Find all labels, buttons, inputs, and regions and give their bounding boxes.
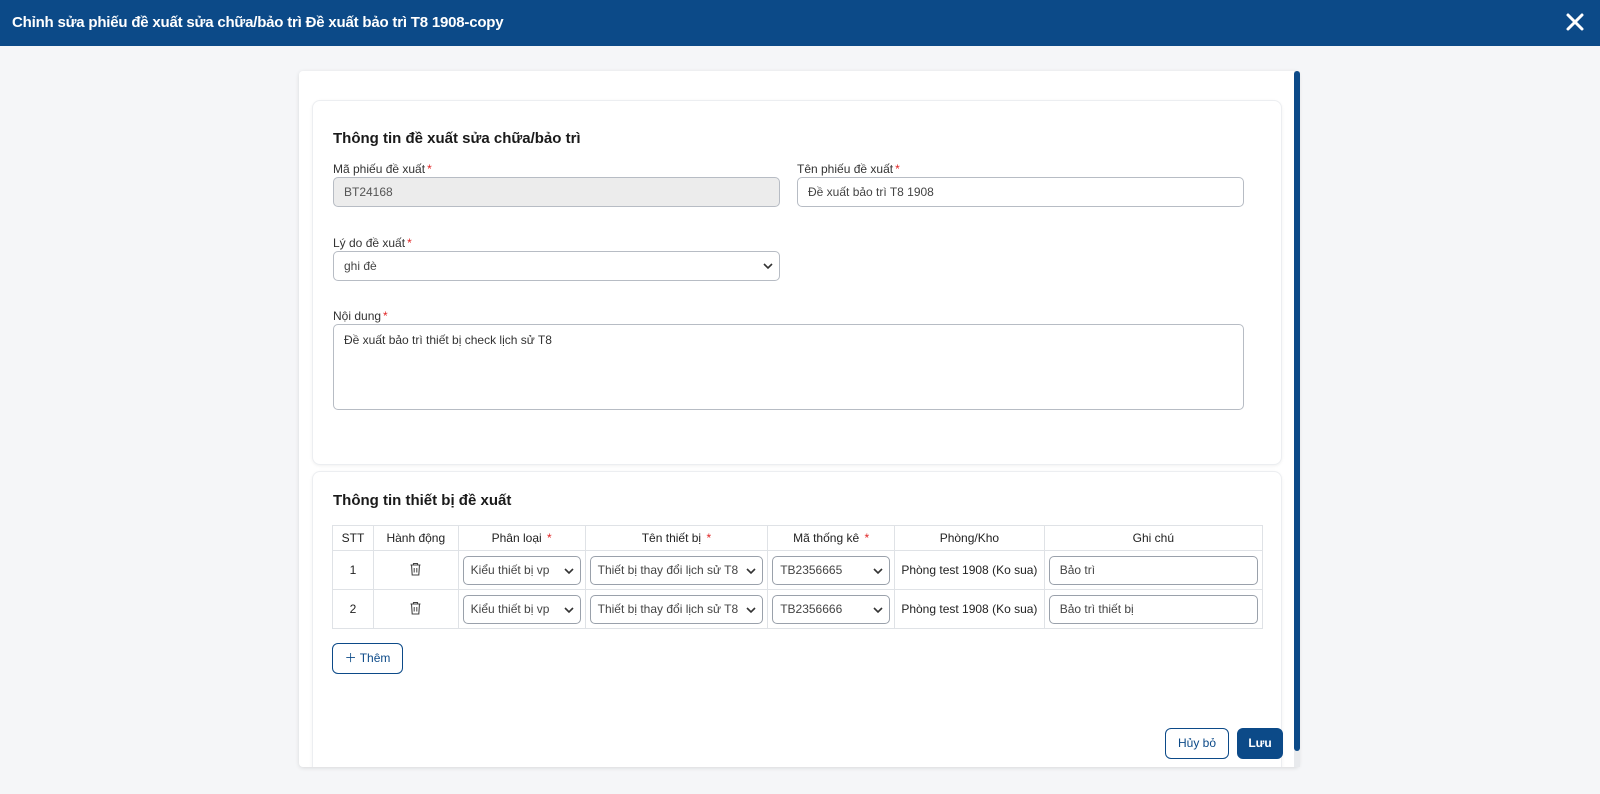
trash-icon[interactable] bbox=[409, 601, 422, 615]
code-value: TB2356665 bbox=[780, 562, 843, 577]
chevron-down-icon bbox=[746, 606, 756, 613]
col-header: Phân loại * bbox=[457, 525, 586, 551]
device-select[interactable]: Thiết bị thay đổi lịch sử T8 bbox=[589, 555, 764, 585]
device-select[interactable]: Thiết bị thay đổi lịch sử T8 bbox=[589, 594, 764, 624]
category-select[interactable]: Kiểu thiết bị vp bbox=[462, 555, 581, 585]
content-textarea[interactable]: Đề xuất bảo trì thiết bị check lịch sử T… bbox=[333, 324, 1244, 410]
col-header: Phòng/Kho bbox=[894, 525, 1045, 551]
room-cell: Phòng test 1908 (Ko sua) bbox=[894, 550, 1045, 590]
device-info-section: Thông tin thiết bị đề xuất STT Hành động… bbox=[312, 471, 1282, 767]
col-header: Hành động bbox=[372, 525, 459, 551]
code-select[interactable]: TB2356665 bbox=[772, 555, 891, 585]
name-label: Tên phiếu đề xuất * bbox=[797, 162, 900, 176]
category-value: Kiểu thiết bị vp bbox=[470, 562, 550, 577]
note-input[interactable]: Bảo trì bbox=[1048, 555, 1258, 585]
dialog-header: Chỉnh sửa phiếu đề xuất sửa chữa/bảo trì… bbox=[0, 0, 1600, 46]
col-header: STT bbox=[332, 525, 374, 551]
dialog-body: Thông tin đề xuất sửa chữa/bảo trì Mã ph… bbox=[299, 71, 1299, 767]
chevron-down-icon bbox=[873, 606, 883, 613]
section-title: Thông tin thiết bị đề xuất bbox=[333, 492, 512, 509]
save-button[interactable]: Lưu bbox=[1237, 728, 1283, 759]
add-row-button[interactable]: ＋ Thêm bbox=[332, 643, 403, 674]
row-index: 2 bbox=[332, 589, 374, 629]
proposal-info-section: Thông tin đề xuất sửa chữa/bảo trì Mã ph… bbox=[312, 100, 1282, 465]
device-value: Thiết bị thay đổi lịch sử T8 bbox=[597, 562, 739, 577]
plus-icon: ＋ bbox=[344, 651, 357, 665]
device-value: Thiết bị thay đổi lịch sử T8 bbox=[597, 601, 739, 616]
category-select[interactable]: Kiểu thiết bị vp bbox=[462, 594, 581, 624]
table-header: STT Hành động Phân loại * Tên thiết bị *… bbox=[332, 525, 1264, 551]
content-label: Nội dung * bbox=[333, 309, 388, 323]
chevron-down-icon bbox=[873, 567, 883, 574]
table-row: 1 Kiểu thiết bị vp Thiết bị thay đổi lịc… bbox=[332, 550, 1264, 590]
chevron-down-icon bbox=[746, 567, 756, 574]
reason-label: Lý do đề xuất * bbox=[333, 236, 412, 250]
device-table: STT Hành động Phân loại * Tên thiết bị *… bbox=[332, 525, 1264, 629]
code-select[interactable]: TB2356666 bbox=[772, 594, 891, 624]
col-header: Mã thống kê * bbox=[767, 525, 896, 551]
chevron-down-icon bbox=[564, 606, 574, 613]
name-field[interactable]: Đề xuất bảo trì T8 1908 bbox=[797, 177, 1244, 207]
cancel-button[interactable]: Hủy bỏ bbox=[1165, 728, 1229, 759]
section-title: Thông tin đề xuất sửa chữa/bảo trì bbox=[333, 130, 581, 147]
code-field: BT24168 bbox=[333, 177, 780, 207]
room-cell: Phòng test 1908 (Ko sua) bbox=[894, 589, 1045, 629]
col-header: Ghi chú bbox=[1043, 525, 1264, 551]
reason-value: ghi đè bbox=[344, 259, 377, 273]
chevron-down-icon bbox=[564, 567, 574, 574]
col-header: Tên thiết bị * bbox=[584, 525, 769, 551]
code-label: Mã phiếu đề xuất * bbox=[333, 162, 432, 176]
note-input[interactable]: Bảo trì thiết bị bbox=[1048, 594, 1258, 624]
close-icon[interactable] bbox=[1562, 9, 1588, 35]
row-index: 1 bbox=[332, 550, 374, 590]
add-label: Thêm bbox=[359, 651, 391, 665]
trash-icon[interactable] bbox=[409, 562, 422, 576]
chevron-down-icon bbox=[763, 263, 773, 270]
reason-select[interactable]: ghi đè bbox=[333, 251, 780, 281]
dialog-title: Chỉnh sửa phiếu đề xuất sửa chữa/bảo trì… bbox=[12, 14, 504, 31]
scrollbar-thumb[interactable] bbox=[1294, 71, 1300, 751]
category-value: Kiểu thiết bị vp bbox=[470, 601, 550, 616]
code-value: TB2356666 bbox=[780, 601, 843, 616]
table-row: 2 Kiểu thiết bị vp Thiết bị thay đổi lịc… bbox=[332, 589, 1264, 629]
